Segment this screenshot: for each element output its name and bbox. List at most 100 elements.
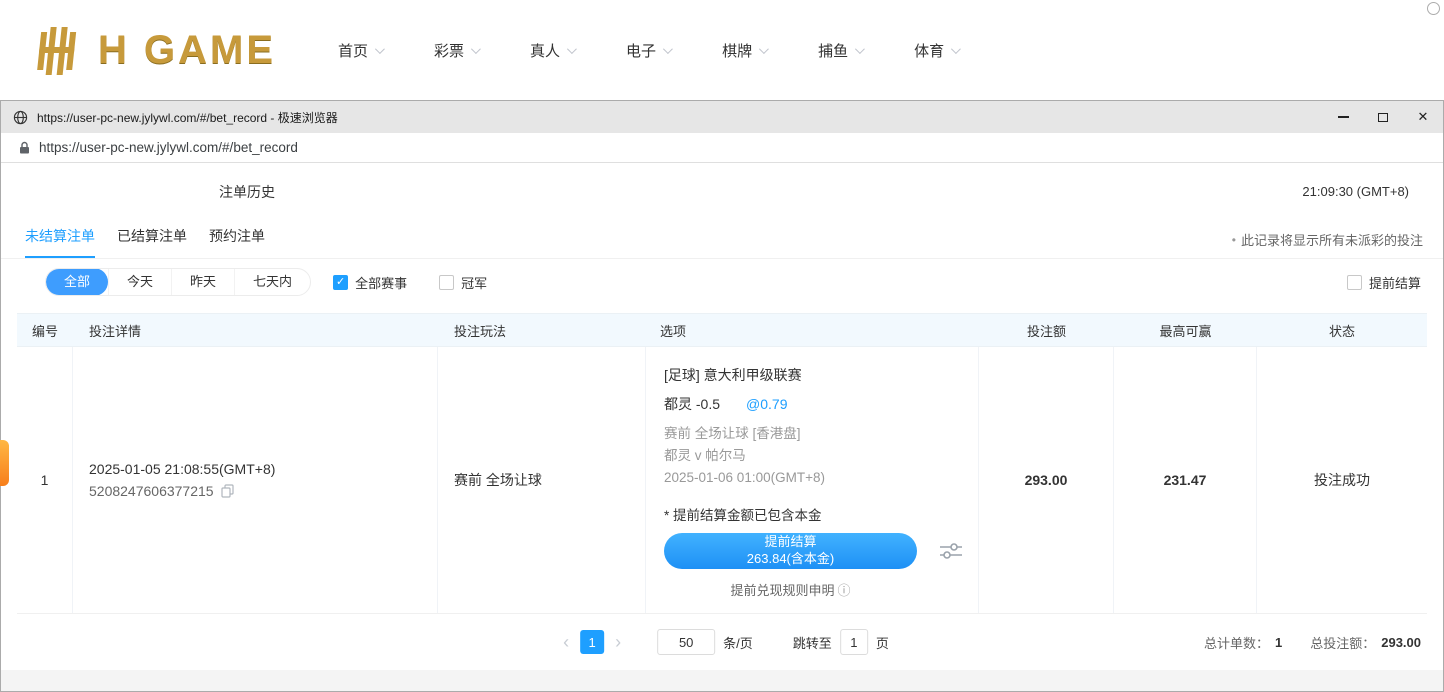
logo-text: H GAME <box>98 28 276 73</box>
site-header: H GAME 首页 彩票 真人 电子 棋牌 捕鱼 体育 <box>0 0 1444 100</box>
cashout-button[interactable]: 提前结算 263.84(含本金) <box>664 533 917 569</box>
table-row: 1 2025-01-05 21:08:55(GMT+8) 52082476063… <box>17 347 1427 614</box>
globe-favicon-icon <box>13 110 28 125</box>
filter-today[interactable]: 今天 <box>108 268 171 296</box>
filter-all[interactable]: 全部 <box>46 268 108 296</box>
pick: 都灵 -0.5 <box>664 394 720 414</box>
nav-item-slots[interactable]: 电子 <box>626 40 670 61</box>
header-status: 状态 <box>1257 321 1427 340</box>
bottom-spacer <box>1 670 1443 691</box>
page-head: 注单历史 21:09:30 (GMT+8) <box>1 164 1443 219</box>
total-stake-label: 总投注额： <box>1310 633 1375 652</box>
chevron-down-icon <box>375 44 385 54</box>
copy-icon[interactable] <box>221 484 234 498</box>
info-icon: ⓘ <box>838 583 851 598</box>
cell-details: 2025-01-05 21:08:55(GMT+8) 5208247606377… <box>73 347 438 613</box>
nav-item-live-casino[interactable]: 真人 <box>530 40 574 61</box>
checkbox-unchecked-icon <box>1347 275 1362 290</box>
cell-stake: 293.00 <box>979 347 1114 613</box>
help-circle-icon[interactable] <box>1427 2 1440 15</box>
cell-selection: [足球] 意大利甲级联赛 都灵 -0.5 @0.79 赛前 全场让球 [香港盘]… <box>646 347 979 613</box>
url-text: https://user-pc-new.jylywl.com/#/bet_rec… <box>39 140 298 155</box>
nav-item-lottery[interactable]: 彩票 <box>434 40 478 61</box>
lock-icon <box>19 141 30 154</box>
maximize-icon <box>1378 113 1388 122</box>
jump-label: 跳转至 <box>793 633 832 652</box>
header-no: 编号 <box>17 321 73 340</box>
chevron-down-icon <box>471 44 481 54</box>
maximize-button[interactable] <box>1363 101 1403 133</box>
filter-yesterday[interactable]: 昨天 <box>171 268 234 296</box>
main-nav: 首页 彩票 真人 电子 棋牌 捕鱼 体育 <box>338 40 958 61</box>
minimize-button[interactable] <box>1323 101 1363 133</box>
browser-window: https://user-pc-new.jylywl.com/#/bet_rec… <box>0 100 1444 692</box>
cashout-note: * 提前结算金额已包含本金 <box>664 504 978 524</box>
match: 都灵 v 帕尔马 <box>664 445 978 467</box>
jump-page-input[interactable] <box>840 629 868 655</box>
nav-item-sports[interactable]: 体育 <box>914 40 958 61</box>
server-time: 21:09:30 (GMT+8) <box>1302 184 1409 199</box>
cell-maxwin: 231.47 <box>1114 347 1257 613</box>
header-maxwin: 最高可赢 <box>1114 321 1257 340</box>
cell-no: 1 <box>17 347 73 613</box>
header-stake: 投注额 <box>979 321 1114 340</box>
cashout-rules-link[interactable]: 提前兑现规则申明ⓘ <box>664 580 917 599</box>
chevron-down-icon <box>567 44 577 54</box>
date-filter-group: 全部 今天 昨天 七天内 <box>45 268 311 296</box>
checkbox-checked-icon: ✓ <box>333 275 348 290</box>
filter-7days[interactable]: 七天内 <box>234 268 310 296</box>
total-orders-label: 总计单数： <box>1204 633 1269 652</box>
page-title: 注单历史 <box>219 182 275 202</box>
chevron-down-icon <box>663 44 673 54</box>
tab-reserved[interactable]: 预约注单 <box>209 226 265 258</box>
tab-unsettled[interactable]: 未结算注单 <box>25 226 95 258</box>
jump-unit: 页 <box>876 633 889 652</box>
screen: H GAME 首页 彩票 真人 电子 棋牌 捕鱼 体育 https://user… <box>0 0 1444 692</box>
page-size-label: 条/页 <box>723 633 753 652</box>
nav-item-board-games[interactable]: 棋牌 <box>722 40 766 61</box>
browser-title: https://user-pc-new.jylywl.com/#/bet_rec… <box>37 109 338 126</box>
table-header: 编号 投注详情 投注玩法 选项 投注额 最高可赢 状态 <box>17 313 1427 347</box>
total-orders-value: 1 <box>1275 635 1282 650</box>
totals: 总计单数： 1 总投注额： 293.00 <box>1204 633 1421 652</box>
header-details: 投注详情 <box>73 321 438 340</box>
page-1-button[interactable]: 1 <box>580 630 604 654</box>
browser-title-bar[interactable]: https://user-pc-new.jylywl.com/#/bet_rec… <box>1 101 1443 133</box>
bet-table: 编号 投注详情 投注玩法 选项 投注额 最高可赢 状态 1 2025-01-05… <box>17 313 1427 614</box>
nav-item-fishing[interactable]: 捕鱼 <box>818 40 862 61</box>
minimize-icon <box>1338 116 1349 118</box>
page-size-input[interactable] <box>657 629 715 655</box>
cashout-settings-slider-icon[interactable] <box>939 541 963 561</box>
checkbox-early-settlement[interactable]: 提前结算 <box>1347 273 1421 292</box>
header-selection: 选项 <box>646 321 979 340</box>
checkbox-all-events[interactable]: ✓ 全部赛事 <box>333 273 407 292</box>
match-time: 2025-01-06 01:00(GMT+8) <box>664 467 978 489</box>
chevron-down-icon <box>951 44 961 54</box>
odds: @0.79 <box>746 396 787 412</box>
logo-hh-icon <box>28 24 90 76</box>
bet-time: 2025-01-05 21:08:55(GMT+8) <box>89 461 437 477</box>
chevron-down-icon <box>759 44 769 54</box>
bet-id: 5208247606377215 <box>89 483 214 499</box>
header-play: 投注玩法 <box>438 321 646 340</box>
chevron-down-icon <box>855 44 865 54</box>
site-logo[interactable]: H GAME <box>28 24 276 76</box>
browser-address-bar[interactable]: https://user-pc-new.jylywl.com/#/bet_rec… <box>1 133 1443 163</box>
close-button[interactable]: ✕ <box>1403 101 1443 133</box>
checkbox-unchecked-icon <box>439 275 454 290</box>
league-name: [足球] 意大利甲级联赛 <box>664 365 978 385</box>
bullet-icon: • <box>1232 233 1236 247</box>
total-stake-value: 293.00 <box>1381 635 1421 650</box>
tabs-row: 未结算注单 已结算注单 预约注单 • 此记录将显示所有未派彩的投注 <box>1 219 1443 259</box>
bet-record-page: 注单历史 21:09:30 (GMT+8) 未结算注单 已结算注单 预约注单 •… <box>1 164 1443 691</box>
market: 赛前 全场让球 [香港盘] <box>664 423 978 445</box>
cell-play: 赛前 全场让球 <box>438 347 646 613</box>
cell-status: 投注成功 <box>1257 347 1427 613</box>
prev-page-button[interactable]: ‹ <box>555 632 577 653</box>
next-page-button[interactable]: › <box>607 632 629 653</box>
tab-settled[interactable]: 已结算注单 <box>117 226 187 258</box>
floating-side-widget[interactable] <box>0 440 9 486</box>
pagination-row: ‹ 1 › 条/页 跳转至 页 总计单数： 1 总投注额： 293.00 <box>1 614 1443 670</box>
checkbox-champion[interactable]: 冠军 <box>439 273 487 292</box>
nav-item-home[interactable]: 首页 <box>338 40 382 61</box>
